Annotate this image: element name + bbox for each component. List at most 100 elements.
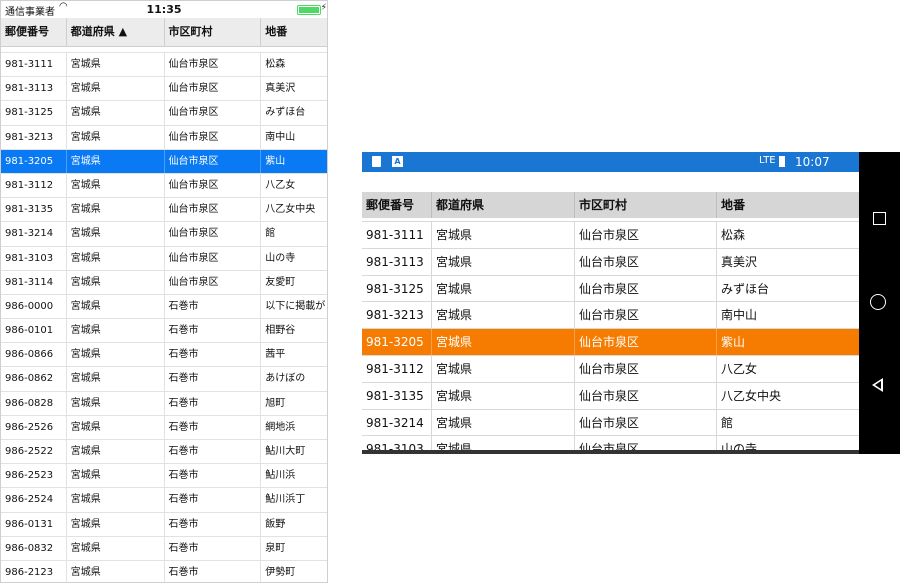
cell-postal-code: 986-0000 — [1, 294, 67, 319]
table-row[interactable]: 981-3125 宮城県 仙台市泉区 みずほ台 — [362, 275, 859, 303]
status-time: 11:35 — [146, 3, 182, 16]
home-icon[interactable] — [870, 294, 886, 310]
screen-bottom-edge — [362, 450, 859, 454]
table-row[interactable]: 981-3214 宮城県 仙台市泉区館 — [362, 409, 859, 437]
table-row[interactable]: 981-3111 宮城県 仙台市泉区 松森 — [1, 53, 327, 78]
cell-prefecture: 宮城県 — [67, 125, 165, 149]
cell-city: 仙台市泉区 — [165, 270, 262, 294]
table-row[interactable]: 986-0866 宮城県 石巻市 茜平 — [1, 343, 327, 368]
table-row[interactable]: 981-3114 宮城県 仙台市泉区 友愛町 — [1, 270, 327, 295]
cell-address: 鮎川大町 — [265, 446, 306, 457]
table-row-selected[interactable]: 981-3205 宮城県 仙台市泉区 紫山 — [1, 149, 327, 174]
android-nav-bar — [859, 152, 900, 454]
cell-city: 石巻市 — [165, 391, 262, 415]
table-row[interactable]: 981-3213 宮城県 仙台市泉区 南中山 — [1, 125, 327, 150]
cell-address: みずほ台 — [721, 281, 770, 296]
table-row[interactable]: 986-0131 宮城県 石巻市 飯野 — [1, 512, 327, 537]
cell-address: 館 — [265, 228, 276, 240]
table-row[interactable]: 981-3113 宮城県 仙台市泉区 真美沢 — [1, 77, 327, 102]
cell-postal-code: 986-2523 — [1, 464, 67, 488]
column-header-prefecture[interactable]: 都道府県 ▲ — [67, 18, 165, 46]
table-row[interactable]: 986-2522 宮城県 石巻市 鮎川大町 — [1, 440, 327, 465]
cell-prefecture: 宮城県 — [432, 222, 575, 248]
cell-address: 八乙女 — [265, 179, 296, 191]
column-header-city[interactable]: 市区町村 — [165, 18, 262, 46]
cell-city: 仙台市泉区 — [165, 77, 262, 101]
cell-postal-code: 986-0866 — [1, 343, 67, 367]
table-row-selected[interactable]: 981-3205 宮城県 仙台市泉区 紫山 — [362, 329, 859, 356]
cell-postal-code: 986-0828 — [1, 391, 67, 415]
table-row[interactable]: 981-3135 宮城県 仙台市泉区 八乙女中央 — [362, 382, 859, 410]
table-row[interactable]: 981-3213 宮城県 仙台市泉区 南中山 — [362, 302, 859, 330]
cell-city: 石巻市 — [165, 440, 262, 464]
cell-city: 仙台市泉区 — [575, 248, 717, 275]
table-row[interactable]: 986-2123 宮城県 石巻市 伊勢町 — [1, 560, 327, 582]
back-icon[interactable] — [872, 378, 883, 392]
cell-address: 友愛町 — [265, 276, 296, 288]
cell-city: 仙台市泉区 — [575, 275, 717, 302]
cell-postal-code: 981-3214 — [1, 222, 67, 246]
cell-city: 石巻市 — [165, 464, 262, 488]
table-row[interactable]: 981-3125 宮城県 仙台市泉区 みずほ台 — [1, 101, 327, 126]
cell-postal-code: 981-3111 — [362, 222, 432, 248]
cell-city: 石巻市 — [165, 294, 262, 319]
cell-postal-code: 981-3213 — [362, 302, 432, 329]
cell-prefecture: 宮城県 — [67, 415, 165, 439]
table-row[interactable]: 986-2523 宮城県 石巻市 鮎川浜 — [1, 464, 327, 489]
column-header-prefecture[interactable]: 都道府県 — [432, 192, 575, 218]
cell-postal-code: 981-3113 — [362, 248, 432, 275]
cell-city: 仙台市泉区 — [575, 302, 717, 329]
signal-icon: LTE — [759, 155, 776, 166]
cell-prefecture: 宮城県 — [432, 409, 575, 436]
cell-address: 松森 — [721, 228, 746, 242]
column-header-city[interactable]: 市区町村 — [575, 192, 717, 218]
cell-postal-code: 986-2123 — [1, 560, 67, 582]
table-row[interactable]: 986-0862 宮城県 石巻市 あけぼの — [1, 367, 327, 392]
table-row[interactable]: 981-3214 宮城県 仙台市泉区館 — [1, 222, 327, 247]
column-header-address[interactable]: 地番 — [261, 18, 327, 46]
table-row[interactable]: 981-3113 宮城県 仙台市泉区 真美沢 — [362, 248, 859, 276]
cell-postal-code: 981-3114 — [1, 270, 67, 294]
table-row[interactable]: 986-2526 宮城県 石巻市 網地浜 — [1, 415, 327, 440]
charging-icon: ⚡ — [320, 3, 327, 13]
table-row[interactable]: 981-3111 宮城県 仙台市泉区 松森 — [362, 222, 859, 249]
cell-prefecture: 宮城県 — [67, 560, 165, 582]
cell-postal-code: 986-0131 — [1, 512, 67, 536]
cell-prefecture: 宮城県 — [432, 382, 575, 409]
cell-prefecture: 宮城県 — [432, 302, 575, 329]
android-grid-body: 981-3111 宮城県 仙台市泉区 松森 981-3113 宮城県 仙台市泉区 真美沢 981… — [362, 222, 859, 454]
table-row[interactable]: 986-0000 宮城県 石巻市 以下に掲載が — [1, 294, 327, 320]
cell-prefecture: 宮城県 — [67, 222, 165, 246]
column-header-postal-code[interactable]: 郵便番号 — [1, 18, 67, 46]
table-row[interactable]: 981-3112 宮城県 仙台市泉区 八乙女 — [362, 355, 859, 383]
table-row[interactable]: 981-3103 宮城県 仙台市泉区 山の寺 — [1, 246, 327, 271]
cell-prefecture: 宮城県 — [67, 270, 165, 294]
table-row[interactable]: 986-0832 宮城県 石巻市 泉町 — [1, 536, 327, 561]
cell-postal-code: 986-2526 — [1, 415, 67, 439]
table-row[interactable]: 986-0101 宮城県 石巻市 相野谷 — [1, 319, 327, 344]
table-row[interactable]: 981-3112 宮城県 仙台市泉区 八乙女 — [1, 173, 327, 199]
cell-address: 八乙女中央 — [721, 388, 782, 403]
cell-address: 網地浜 — [265, 421, 296, 433]
cell-prefecture: 宮城県 — [432, 275, 575, 302]
grid-header: 郵便番号 都道府県 市区町村 地番 — [362, 192, 859, 218]
cell-postal-code: 981-3111 — [1, 53, 67, 77]
cell-address: 伊勢町 — [265, 566, 296, 578]
recent-apps-icon[interactable] — [873, 212, 886, 225]
cell-address: 紫山 — [265, 155, 286, 167]
cell-city: 仙台市泉区 — [165, 173, 262, 198]
cell-prefecture: 宮城県 — [67, 149, 165, 173]
cell-address: 相野谷 — [265, 325, 296, 337]
cell-city: 仙台市泉区 — [575, 222, 717, 248]
cell-city: 石巻市 — [165, 319, 262, 343]
table-row[interactable]: 986-2524 宮城県 石巻市 鮎川浜丁 — [1, 488, 327, 513]
cell-postal-code: 981-3135 — [1, 198, 67, 222]
cell-city: 石巻市 — [165, 415, 262, 439]
cell-prefecture: 宮城県 — [67, 391, 165, 415]
cell-city: 仙台市泉区 — [165, 198, 262, 222]
column-header-postal-code[interactable]: 郵便番号 — [362, 192, 432, 218]
table-row[interactable]: 981-3135 宮城県 仙台市泉区 八乙女中央 — [1, 198, 327, 223]
table-row[interactable]: 986-0828 宮城県 石巻市 旭町 — [1, 391, 327, 416]
column-header-address[interactable]: 地番 — [717, 192, 859, 218]
cell-city: 仙台市泉区 — [165, 101, 262, 125]
